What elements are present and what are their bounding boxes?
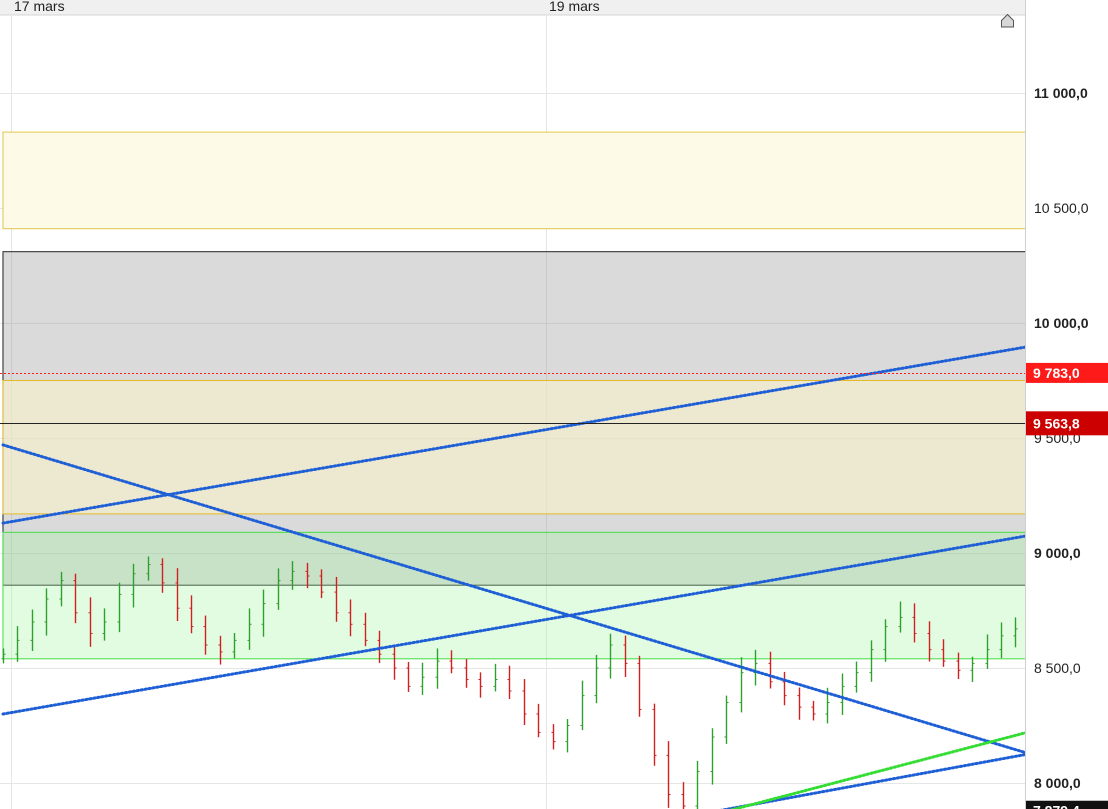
price-axis-label: 10 500,0 bbox=[1034, 200, 1089, 216]
price-tag-label: 9 563,8 bbox=[1033, 415, 1080, 431]
price-axis-label: 8 500,0 bbox=[1034, 660, 1081, 676]
price-axis-label: 10 000,0 bbox=[1034, 315, 1089, 331]
price-zone bbox=[2, 131, 1108, 230]
price-axis-panel bbox=[1026, 0, 1108, 809]
price-axis-label: 9 000,0 bbox=[1034, 545, 1081, 561]
price-tag-label: 7 879,4 bbox=[1033, 803, 1080, 809]
price-tag-label: 9 783,0 bbox=[1033, 365, 1080, 381]
date-label: 19 mars bbox=[549, 0, 600, 14]
date-axis-strip bbox=[0, 0, 1026, 15]
chart-stage: 17 mars19 mars25 mars 11 000,010 500,010… bbox=[0, 0, 1108, 809]
price-chart: 17 mars19 mars25 mars 11 000,010 500,010… bbox=[0, 0, 1108, 809]
price-axis-label: 11 000,0 bbox=[1034, 85, 1088, 101]
date-label: 17 mars bbox=[14, 0, 65, 14]
price-axis-label: 8 000,0 bbox=[1034, 775, 1081, 791]
